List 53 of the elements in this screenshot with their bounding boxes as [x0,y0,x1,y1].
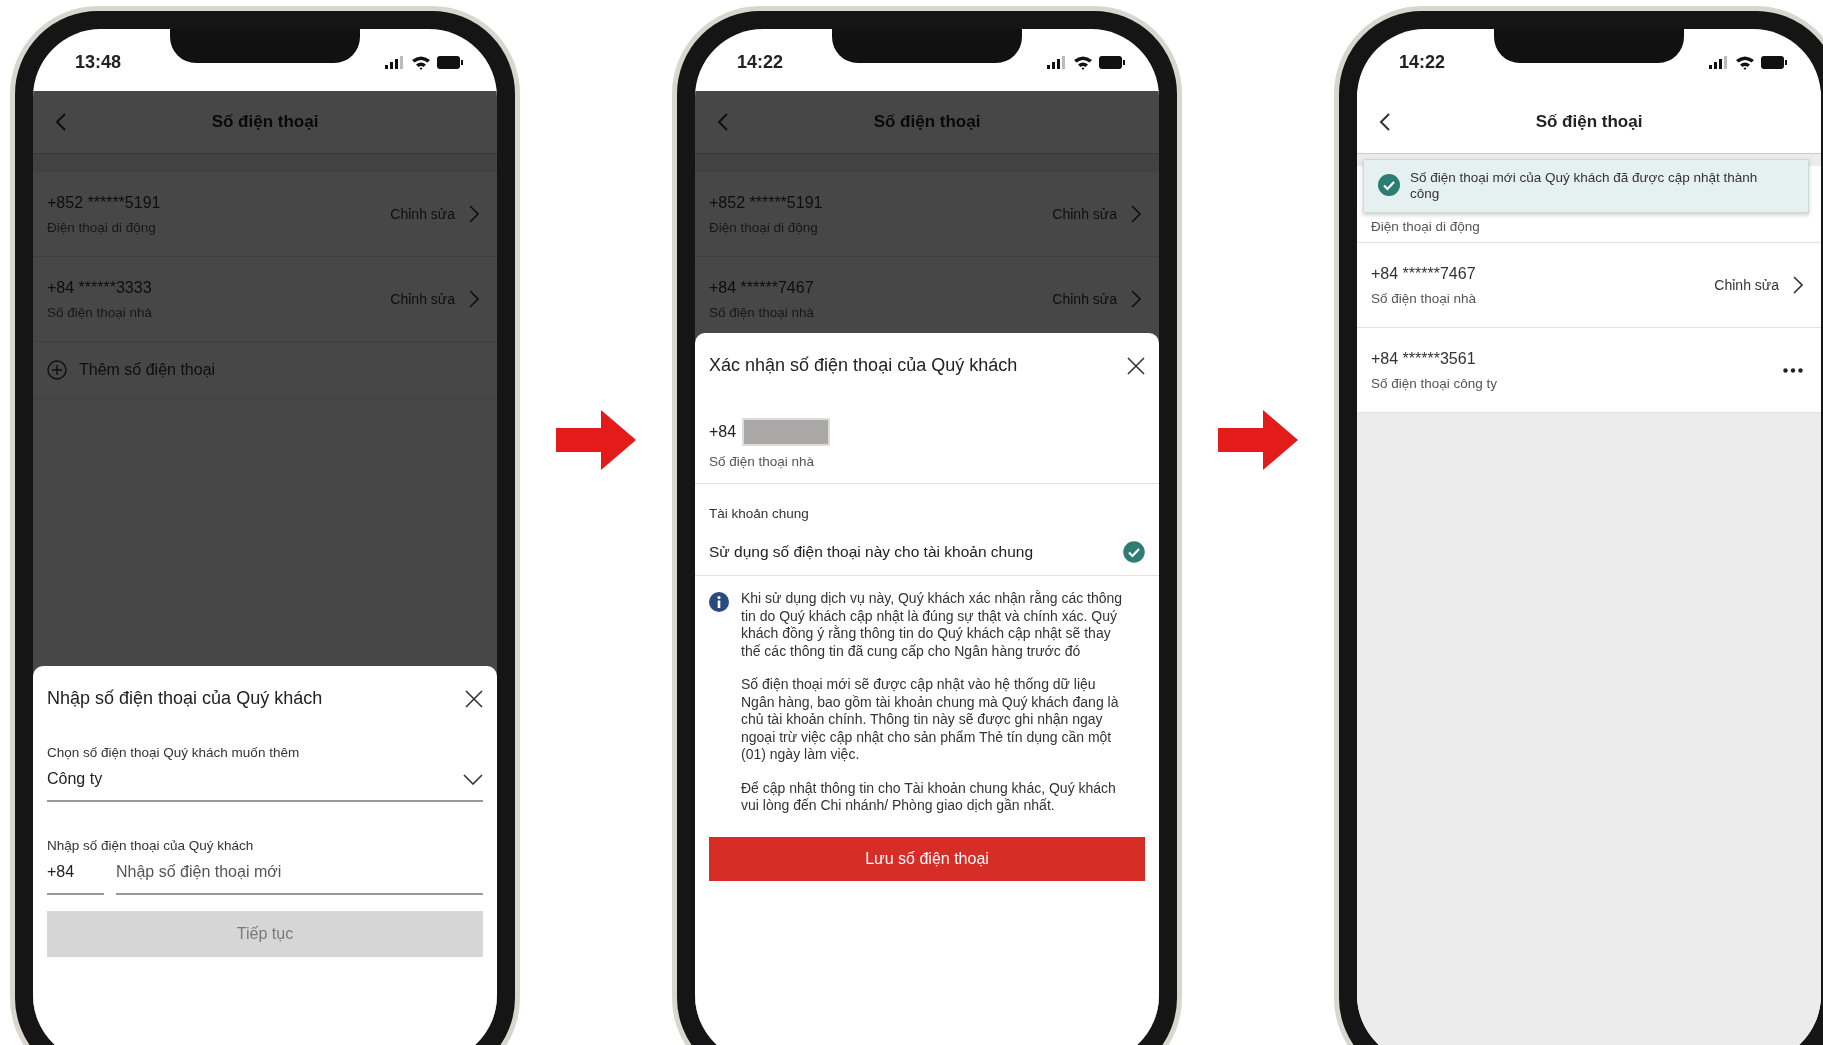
status-time: 14:22 [737,50,784,73]
arrow-icon [556,410,636,470]
country-code: +84 [709,423,737,441]
option-label: Sử dụng số điện thoại này cho tài khoản chung [709,543,1034,561]
phone-number: +84 ******3333 [47,278,153,297]
phone-type: Số điện thoại nhà [1371,290,1477,306]
more-icon[interactable] [1783,367,1803,373]
toast-message: Số điện thoại mới của Quý khách đã được cập nhật thành công [1410,170,1759,203]
back-icon[interactable] [1379,112,1391,132]
page-title: Số điện thoại [211,112,319,132]
signal-icon [1047,55,1067,69]
info-paragraph: Để cập nhật thông tin cho Tài khoản chung khác, Quý khách vui lòng đến Chi nhánh/ Phòng giao dịch gần nhất. [741,779,1117,815]
wifi-icon [411,54,431,70]
status-time: 13:48 [75,50,122,73]
arrow-icon [1218,410,1298,470]
page-title: Số điện thoại [1535,112,1643,132]
phone-type: Số điện thoại nhà [709,454,816,469]
field-label: Chọn số điện thoại Quý khách muốn thêm [47,745,301,760]
add-number-link[interactable]: Thêm số điện thoại [79,361,216,379]
close-icon[interactable] [465,689,483,708]
section-heading: Tài khoản chung [709,506,810,521]
type-dropdown[interactable]: Công ty [47,766,483,802]
info-paragraph: Khi sử dụng dịch vụ này, Quý khách xác nhận rằng các thông tin do Quý khách cập nhật là đúng sự thật và chính xác. Quý khách đồng ý rằng thông tin do Quý khách cập nhật sẽ thay thế các thông tin đã cung cấp cho Ngân hàng trước đó [741,590,1124,660]
status-time: 14:22 [1399,50,1446,73]
chevron-right-icon [1793,276,1803,294]
battery-icon [1099,55,1125,69]
phone-type: Số điện thoại công ty [1371,375,1498,391]
check-circle-icon [1378,174,1400,196]
sheet-title: Nhập số điện thoại của Quý khách [47,688,323,709]
wifi-icon [1735,54,1755,70]
caret-icon [463,773,483,785]
phone-input[interactable]: Nhập số điện thoại mới [116,859,483,895]
submit-button[interactable]: Lưu số điện thoại [709,836,1145,881]
info-icon [709,592,729,612]
country-code-field[interactable]: +84 [47,859,104,895]
page-title: Số điện thoại [873,112,981,132]
phone-number: +852 ******5191 [709,193,823,212]
battery-icon [437,55,463,69]
field-label: Nhập số điện thoại của Quý khách [47,838,255,853]
wifi-icon [1073,54,1093,70]
phone-type: Điện thoại di động [1371,219,1480,234]
phone-number: +84 ******3561 [1371,349,1477,368]
phone-number: +84 ******7467 [1371,264,1477,283]
signal-icon [385,55,405,69]
signal-icon [1709,55,1729,69]
edit-link[interactable]: Chỉnh sửa [1714,276,1803,294]
close-icon[interactable] [1127,356,1145,375]
sheet-title: Xác nhận số điện thoại của Quý khách [709,355,1018,376]
battery-icon [1761,55,1787,69]
phone-number: +84 ******7467 [709,278,815,297]
check-circle-icon[interactable] [1123,541,1145,563]
phone-number: +852 ******5191 [47,193,161,212]
info-paragraph: Số điện thoại mới sẽ được cập nhật vào hệ thống dữ liệu Ngân hàng, bao gồm tài khoản chung mà Quý khách đang là chủ tài khoản chính. Thông tin này sẽ được ghi nhận ngay ngoại trừ việc cập nhật cho sản phẩm Thẻ tín dụng cần một (01) ngày làm việc. [741,676,1120,764]
